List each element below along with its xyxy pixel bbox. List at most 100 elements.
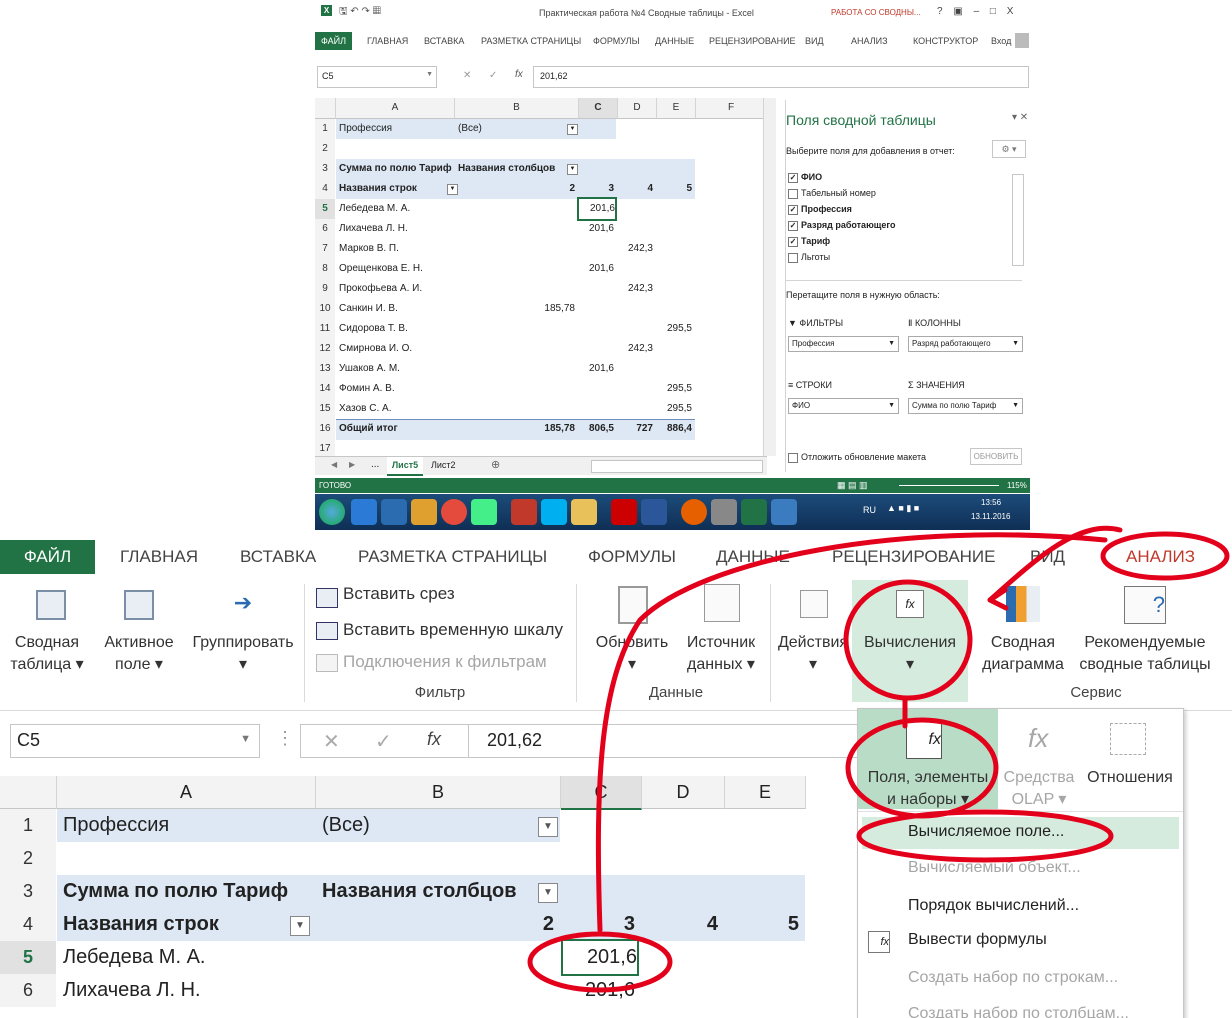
fields-items-sets-button[interactable]: Поля, элементы и наборы ▾ <box>858 767 998 811</box>
cell-b1[interactable]: (Все) <box>458 119 575 139</box>
function-icon[interactable]: fx <box>427 729 441 750</box>
field-checkbox[interactable]: ✓ Профессия <box>788 204 852 215</box>
namebox[interactable]: C5 ▼ <box>10 724 260 758</box>
col-header-e[interactable]: E <box>725 776 806 809</box>
cell-b16[interactable]: 185,78 <box>458 419 575 439</box>
filter-dropdown-icon[interactable]: ▼ <box>567 164 578 175</box>
active-field-button[interactable]: Активное поле ▾ <box>96 632 182 676</box>
tab-page-layout[interactable]: РАЗМЕТКА СТРАНИЦЫ <box>481 32 581 50</box>
cell-a13[interactable]: Ушаков А. М. <box>339 359 451 379</box>
sheet-nav-next-icon[interactable]: ▶ <box>349 460 355 469</box>
menu-item-row-set[interactable]: Создать набор по строкам... <box>908 969 1118 987</box>
cell-a7[interactable]: Марков В. П. <box>339 239 451 259</box>
cell-c4[interactable]: 3 <box>567 908 635 941</box>
row-header[interactable]: 15 <box>315 399 335 420</box>
function-icon[interactable]: fx <box>515 69 523 80</box>
row-header[interactable]: 2 <box>0 842 56 875</box>
tab-review[interactable]: РЕЦЕНЗИРОВАНИЕ <box>709 32 796 50</box>
tab-insert[interactable]: ВСТАВКА <box>424 32 464 50</box>
cell-b3[interactable]: Названия столбцов <box>322 875 554 908</box>
cell-c6[interactable]: 201,6 <box>582 219 614 239</box>
cell-a6[interactable]: Лихачева Л. Н. <box>63 974 309 1007</box>
cell-c8[interactable]: 201,6 <box>582 259 614 279</box>
filter-connections-button[interactable]: Подключения к фильтрам <box>343 652 547 672</box>
col-header-c[interactable]: C <box>561 776 642 810</box>
start-icon[interactable] <box>319 499 345 525</box>
cell-a5[interactable]: Лебедева М. А. <box>63 941 309 974</box>
checkbox-icon[interactable] <box>788 252 798 263</box>
row-header[interactable]: 10 <box>315 299 335 320</box>
pane-close-icon[interactable]: ▾ ✕ <box>1012 112 1028 123</box>
avatar[interactable] <box>1015 33 1029 48</box>
row-header[interactable]: 9 <box>315 279 335 300</box>
cell-a8[interactable]: Орещенкова Е. Н. <box>339 259 451 279</box>
tab-analyze[interactable]: АНАЛИЗ <box>851 32 888 50</box>
row-header[interactable]: 4 <box>0 908 56 941</box>
powerpoint-icon[interactable] <box>511 499 537 525</box>
filter-dropdown-icon[interactable]: ▼ <box>538 883 558 903</box>
col-header-b[interactable]: B <box>316 776 561 809</box>
tab-data[interactable]: ДАННЫЕ <box>716 540 790 574</box>
sheet-tab-active[interactable]: Лист5 <box>387 457 423 476</box>
cell-a6[interactable]: Лихачева Л. Н. <box>339 219 451 239</box>
row-header[interactable]: 4 <box>315 179 335 200</box>
row-header[interactable]: 12 <box>315 339 335 360</box>
filter-dropdown-icon[interactable]: ▼ <box>567 124 578 135</box>
gear-icon[interactable]: ⚙ ▾ <box>992 140 1026 158</box>
col-header-d[interactable]: D <box>618 98 657 119</box>
row-header[interactable]: 7 <box>315 239 335 260</box>
checkbox-icon[interactable]: ✓ <box>788 172 798 183</box>
menu-item-calculated-field[interactable]: Вычисляемое поле... <box>908 823 1064 841</box>
cell-e4[interactable]: 5 <box>731 908 799 941</box>
refresh-button[interactable]: Обновить ▾ <box>584 632 680 676</box>
field-checkbox[interactable]: ✓ ФИО <box>788 172 822 183</box>
recommended-pivots-button[interactable]: Рекомендуемые сводные таблицы <box>1070 632 1220 676</box>
row-header[interactable]: 5 <box>0 941 56 974</box>
explorer-icon[interactable] <box>571 499 597 525</box>
tab-home[interactable]: ГЛАВНАЯ <box>367 32 408 50</box>
tab-data[interactable]: ДАННЫЕ <box>655 32 694 50</box>
sheet-tabs-more[interactable]: ... <box>371 459 379 470</box>
tab-formulas[interactable]: ФОРМУЛЫ <box>593 32 640 50</box>
tab-view[interactable]: ВИД <box>805 32 824 50</box>
row-header[interactable]: 1 <box>315 119 335 140</box>
cell-a12[interactable]: Смирнова И. О. <box>339 339 451 359</box>
firefox-icon[interactable] <box>681 499 707 525</box>
cell-d9[interactable]: 242,3 <box>621 279 653 299</box>
row-header[interactable]: 13 <box>315 359 335 380</box>
checkbox-icon[interactable]: ✓ <box>788 204 798 215</box>
cell-a3[interactable]: Сумма по полю Тариф <box>63 875 309 908</box>
cell-a9[interactable]: Прокофьева А. И. <box>339 279 451 299</box>
checkbox-icon[interactable] <box>788 188 798 199</box>
enter-icon[interactable]: ✓ <box>489 70 497 81</box>
cell-b1[interactable]: (Все) <box>322 809 554 842</box>
cell-d7[interactable]: 242,3 <box>621 239 653 259</box>
horizontal-scrollbar[interactable] <box>591 460 763 473</box>
row-header[interactable]: 2 <box>315 139 335 160</box>
app-icon[interactable] <box>411 499 437 525</box>
row-header[interactable]: 16 <box>315 419 335 440</box>
checkbox-icon[interactable]: ✓ <box>788 220 798 231</box>
values-field-dropdown[interactable]: Сумма по полю Тариф ▼ <box>908 398 1023 414</box>
insert-timeline-button[interactable]: Вставить временную шкалу <box>343 620 563 640</box>
olap-tools-button[interactable]: Средства OLAP ▾ <box>996 767 1082 811</box>
cell-c16[interactable]: 806,5 <box>582 419 614 439</box>
cancel-icon[interactable]: ✕ <box>323 729 340 754</box>
pivot-chart-button[interactable]: Сводная диаграмма <box>968 632 1078 676</box>
app-icon[interactable] <box>711 499 737 525</box>
filters-field-dropdown[interactable]: Профессия ▼ <box>788 336 899 352</box>
col-header-f[interactable]: F <box>696 98 767 119</box>
restore-icon[interactable]: □ <box>990 6 996 17</box>
row-header[interactable]: 1 <box>0 809 56 842</box>
cell-d4[interactable]: 4 <box>621 179 653 199</box>
cell-a16[interactable]: Общий итог <box>339 419 451 439</box>
namebox[interactable]: C5 ▼ <box>317 66 437 88</box>
view-buttons[interactable]: ▦ ▤ ▥ <box>837 478 868 493</box>
zoom-slider[interactable] <box>899 485 999 486</box>
select-all-corner[interactable] <box>0 776 57 809</box>
filter-dropdown-icon[interactable]: ▼ <box>290 916 310 936</box>
chevron-down-icon[interactable]: ▼ <box>240 733 251 745</box>
row-header[interactable]: 6 <box>0 974 56 1007</box>
cell-a4[interactable]: Названия строк <box>339 179 451 199</box>
tab-analyze[interactable]: АНАЛИЗ <box>1126 540 1195 574</box>
